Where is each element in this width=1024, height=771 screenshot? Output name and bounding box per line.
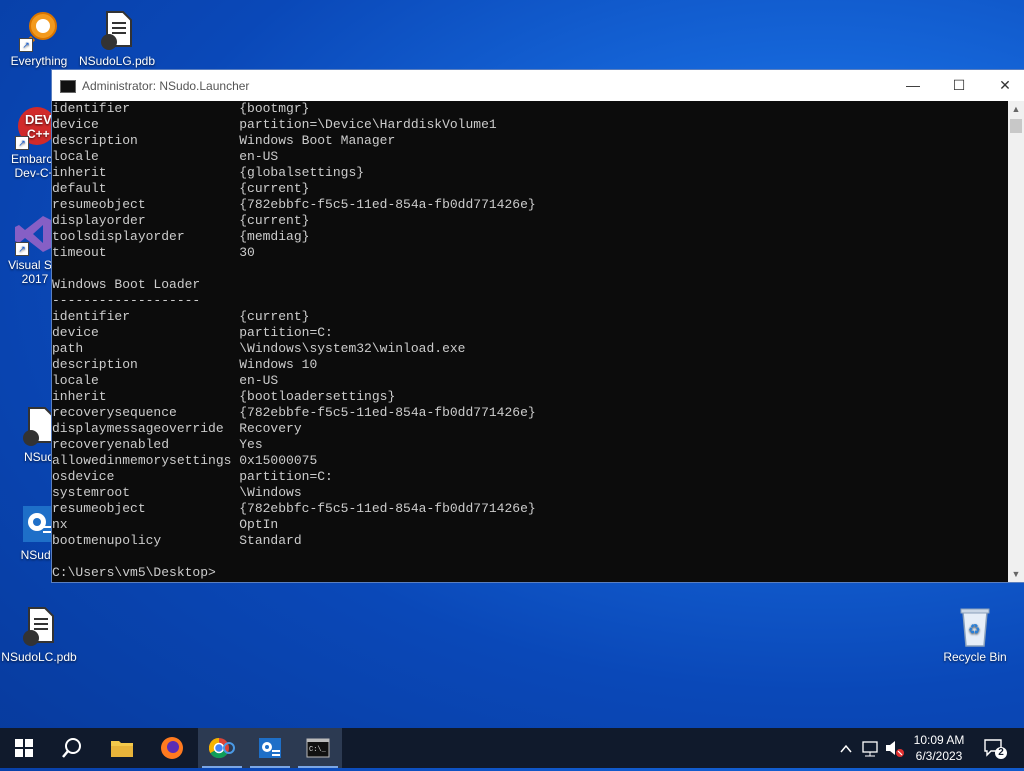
folder-icon	[111, 741, 133, 757]
console-line: description Windows 10	[52, 357, 318, 372]
console-line: path \Windows\system32\winload.exe	[52, 341, 466, 356]
desktop-icon-everything[interactable]: ↗ Everything	[0, 8, 78, 68]
clock-date: 6/3/2023	[915, 749, 963, 763]
desktop-icon-label: NSudoLG.pdb	[78, 54, 156, 68]
settings-app-icon	[259, 738, 281, 758]
console-text: identifier {bootmgr} device partition=\De…	[52, 101, 1008, 581]
svg-text:♻: ♻	[968, 621, 981, 637]
console-line: Windows Boot Loader	[52, 277, 201, 292]
console-line: timeout 30	[52, 245, 255, 260]
taskbar-firefox[interactable]	[148, 728, 196, 768]
console-icon: C:\_	[306, 738, 330, 758]
desktop-icon-label: Everything	[10, 54, 68, 68]
scroll-up-arrow-icon[interactable]: ▲	[1008, 101, 1024, 117]
notification-count: 2	[998, 747, 1004, 758]
console-icon	[60, 80, 76, 93]
search-icon	[62, 738, 81, 758]
network-icon	[862, 741, 878, 757]
windows-logo-icon	[15, 739, 33, 757]
console-line: nx OptIn	[52, 517, 279, 532]
console-line: recoveryenabled Yes	[52, 437, 263, 452]
console-line: locale en-US	[52, 373, 279, 388]
chevron-up-icon	[840, 744, 852, 753]
svg-text:DEV: DEV	[25, 112, 52, 127]
console-line: description Windows Boot Manager	[52, 133, 396, 148]
desktop-icon-label: NSudoLC.pdb	[1, 650, 77, 664]
svg-text:C:\_: C:\_	[309, 746, 327, 754]
window-title: Administrator: NSudo.Launcher	[82, 79, 250, 93]
taskbar-file-explorer[interactable]	[98, 728, 146, 768]
show-hidden-icons-button[interactable]	[838, 728, 854, 768]
maximize-button[interactable]: ☐	[936, 70, 982, 101]
taskbar-clock[interactable]: 10:09 AM 6/3/2023	[900, 732, 978, 764]
taskbar-chrome[interactable]	[198, 728, 246, 768]
console-scrollbar[interactable]: ▲ ▼	[1008, 101, 1024, 582]
desktop-icon-nsudolg-pdb[interactable]: NSudoLG.pdb	[78, 8, 156, 68]
desktop-icon-nsudolc-pdb[interactable]: NSudoLC.pdb	[0, 604, 78, 664]
console-line: device partition=C:	[52, 325, 333, 340]
pdb-file-icon	[95, 8, 139, 52]
console-line: displaymessageoverride Recovery	[52, 421, 302, 436]
console-line: resumeobject {782ebbfc-f5c5-11ed-854a-fb…	[52, 501, 536, 516]
console-line: recoverysequence {782ebbfe-f5c5-11ed-854…	[52, 405, 536, 420]
pdb-file-icon	[17, 604, 61, 648]
close-button[interactable]: ✕	[982, 70, 1024, 101]
console-line: inherit {bootloadersettings}	[52, 389, 396, 404]
clock-time: 10:09 AM	[913, 733, 965, 747]
console-line: allowedinmemorysettings 0x15000075	[52, 453, 318, 468]
search-button[interactable]	[48, 728, 96, 768]
svg-text:C++: C++	[27, 127, 50, 141]
taskbar-nsudo[interactable]	[246, 728, 294, 768]
taskbar: C:\_ 10:09 AM 6/3/2023 2	[0, 728, 1024, 768]
scrollbar-thumb[interactable]	[1010, 119, 1022, 133]
console-line: identifier {current}	[52, 309, 310, 324]
console-line: inherit {globalsettings}	[52, 165, 365, 180]
chrome-icon	[209, 737, 235, 759]
action-center-button[interactable]: 2	[982, 728, 1008, 768]
console-line: device partition=\Device\HarddiskVolume1	[52, 117, 497, 132]
console-line: toolsdisplayorder {memdiag}	[52, 229, 310, 244]
visual-studio-icon: ↗	[13, 212, 57, 256]
console-output[interactable]: identifier {bootmgr} device partition=\De…	[52, 101, 1008, 582]
network-status[interactable]	[860, 728, 880, 768]
console-line: systemroot \Windows	[52, 485, 302, 500]
devcpp-icon: DEV C++ ↗	[13, 106, 57, 150]
start-button[interactable]	[0, 728, 48, 768]
firefox-icon	[161, 737, 183, 759]
desktop-icon-label: Recycle Bin	[943, 650, 1007, 664]
recycle-bin-icon: ♻	[953, 604, 997, 648]
console-line: -------------------	[52, 293, 201, 308]
console-line: displayorder {current}	[52, 213, 310, 228]
minimize-button[interactable]: —	[890, 70, 936, 101]
console-line: identifier {bootmgr}	[52, 101, 310, 116]
console-line: resumeobject {782ebbfc-f5c5-11ed-854a-fb…	[52, 197, 536, 212]
console-line: bootmenupolicy Standard	[52, 533, 302, 548]
console-line: osdevice partition=C:	[52, 469, 333, 484]
taskbar-command-prompt[interactable]: C:\_	[294, 728, 342, 768]
window-titlebar[interactable]: Administrator: NSudo.Launcher — ☐ ✕	[52, 70, 1024, 101]
desktop-icon-recycle-bin[interactable]: ♻ Recycle Bin	[936, 604, 1014, 664]
console-line: C:\Users\vm5\Desktop>	[52, 565, 216, 580]
magnifier-icon: ↗	[17, 8, 61, 52]
console-window[interactable]: Administrator: NSudo.Launcher — ☐ ✕ iden…	[52, 70, 1024, 582]
console-line: locale en-US	[52, 149, 279, 164]
console-line: default {current}	[52, 181, 310, 196]
scroll-down-arrow-icon[interactable]: ▼	[1008, 566, 1024, 582]
